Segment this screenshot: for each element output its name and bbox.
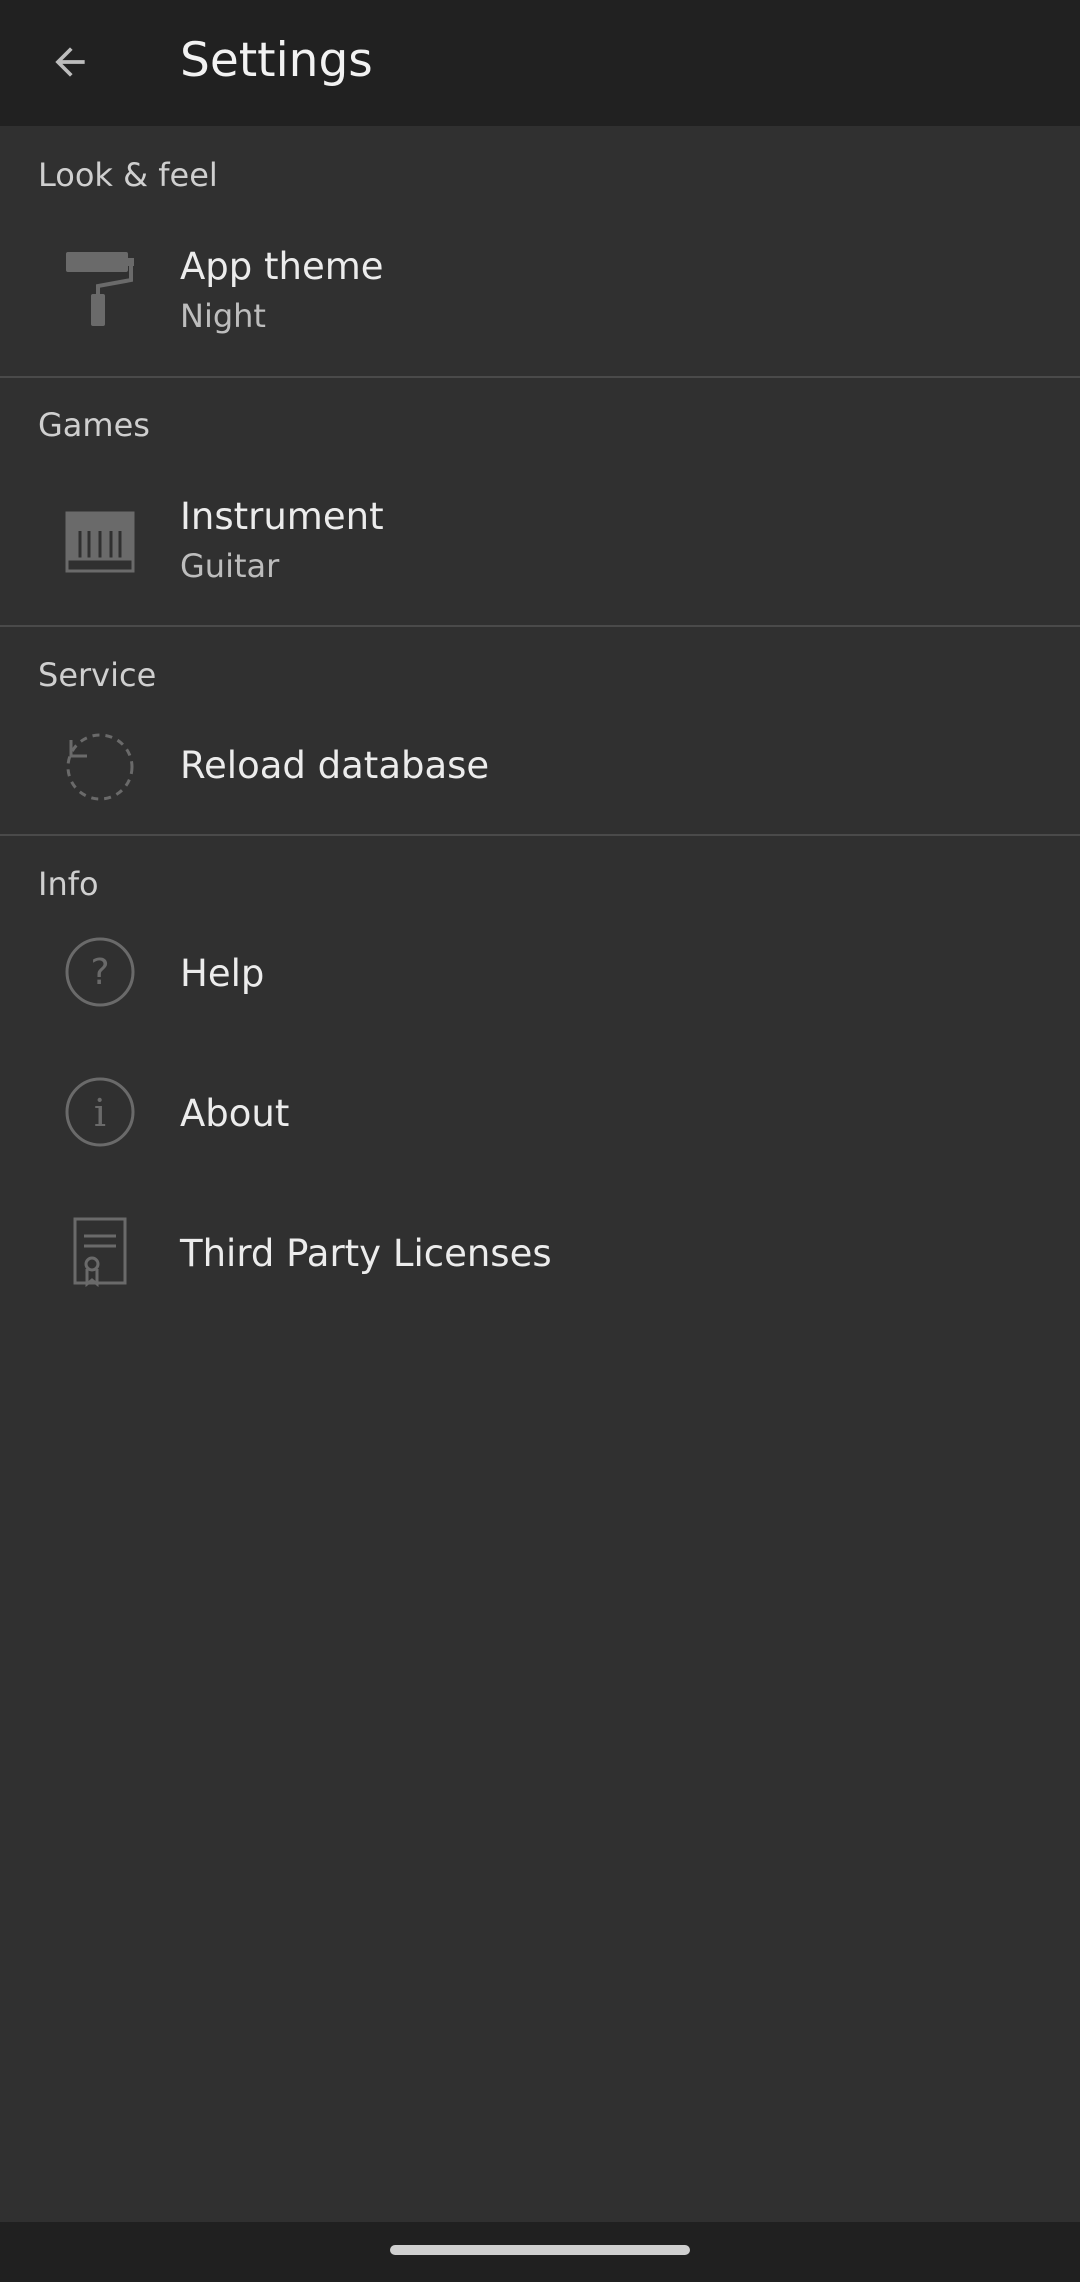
section-divider: [0, 834, 1080, 836]
section-divider: [0, 625, 1080, 627]
paint-roller-icon: [60, 250, 140, 330]
settings-item-title: About: [180, 1092, 290, 1135]
settings-item-subtitle: Night: [180, 297, 266, 335]
arrow-left-icon: [55, 47, 85, 77]
settings-item-title: Help: [180, 952, 265, 995]
svg-text:i: i: [94, 1091, 106, 1135]
settings-screen: Settings Look & feel App theme Night Gam…: [0, 0, 1080, 2282]
settings-item-app-theme[interactable]: App theme Night: [0, 225, 1080, 375]
settings-item-subtitle: Guitar: [180, 547, 280, 585]
section-divider: [0, 376, 1080, 378]
settings-item-third-party-licenses[interactable]: Third Party Licenses: [0, 1200, 1080, 1310]
info-circle-icon: i: [60, 1072, 140, 1152]
section-header-info: Info: [38, 865, 99, 903]
page-title: Settings: [180, 33, 373, 88]
settings-item-about[interactable]: i About: [0, 1060, 1080, 1170]
settings-item-help[interactable]: ? Help: [0, 920, 1080, 1030]
settings-item-title: Instrument: [180, 495, 384, 538]
settings-item-reload-database[interactable]: Reload database: [0, 715, 1080, 830]
piano-keyboard-icon: [60, 502, 140, 582]
section-header-games: Games: [38, 406, 150, 444]
settings-item-title: Reload database: [180, 744, 490, 787]
back-button[interactable]: [30, 22, 110, 102]
app-bar: Settings: [0, 0, 1080, 126]
home-indicator[interactable]: [390, 2245, 690, 2255]
svg-text:?: ?: [90, 952, 109, 993]
certificate-icon: [60, 1212, 140, 1292]
section-header-look-feel: Look & feel: [38, 156, 218, 194]
settings-item-title: App theme: [180, 245, 384, 288]
help-circle-icon: ?: [60, 932, 140, 1012]
section-header-service: Service: [38, 656, 157, 694]
settings-item-instrument[interactable]: Instrument Guitar: [0, 475, 1080, 625]
settings-item-title: Third Party Licenses: [180, 1232, 552, 1275]
reload-icon: [60, 727, 140, 807]
